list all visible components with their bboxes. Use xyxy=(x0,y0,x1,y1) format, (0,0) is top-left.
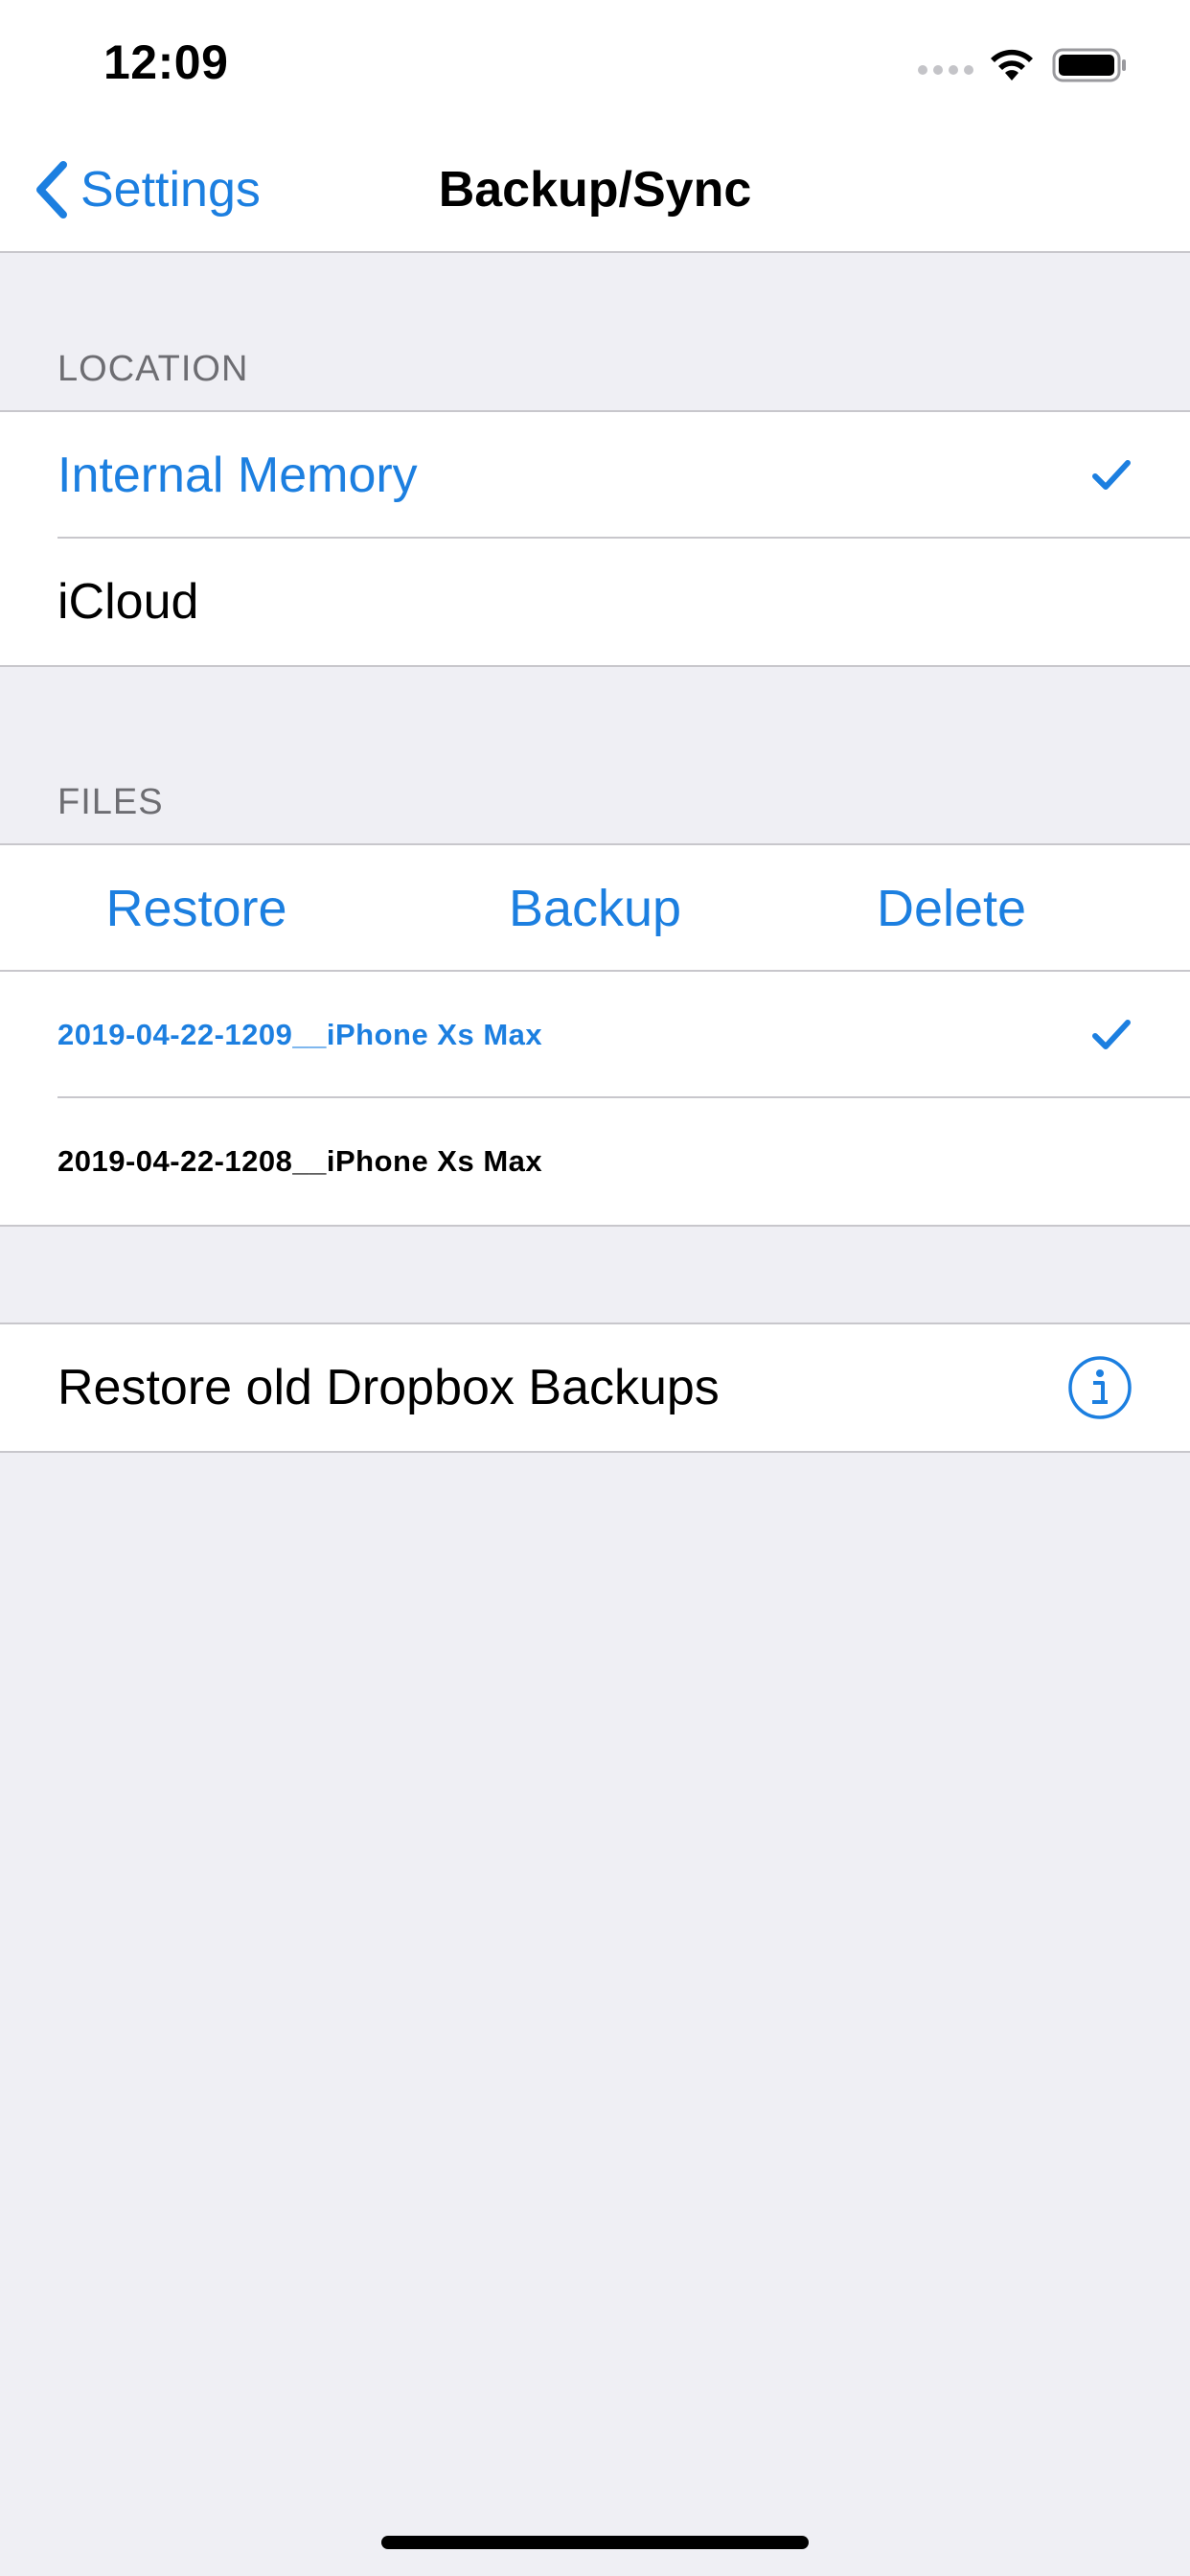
dropbox-group: Restore old Dropbox Backups xyxy=(0,1322,1190,1453)
restore-button[interactable]: Restore xyxy=(57,845,335,972)
back-button-label: Settings xyxy=(80,162,261,218)
location-section-header: LOCATION xyxy=(57,349,249,389)
location-item-label: iCloud xyxy=(57,574,199,630)
chevron-left-icon xyxy=(36,161,67,218)
checkmark-icon xyxy=(1092,1020,1131,1049)
file-item[interactable]: 2019-04-22-1208__iPhone Xs Max xyxy=(0,1098,1190,1225)
navigation-bar: Backup/Sync Settings xyxy=(0,126,1190,253)
backup-button[interactable]: Backup xyxy=(456,845,734,972)
home-indicator xyxy=(381,2536,809,2549)
restore-dropbox-label: Restore old Dropbox Backups xyxy=(57,1360,720,1415)
file-item-selected[interactable]: 2019-04-22-1209__iPhone Xs Max xyxy=(0,972,1190,1098)
info-icon[interactable] xyxy=(1067,1355,1133,1420)
files-action-row: Restore Backup Delete xyxy=(0,845,1190,972)
back-button[interactable]: Settings xyxy=(31,155,261,224)
files-group: Restore Backup Delete 2019-04-22-1209__i… xyxy=(0,843,1190,1227)
location-item-label: Internal Memory xyxy=(57,448,418,503)
location-item-internal-memory[interactable]: Internal Memory xyxy=(0,412,1190,539)
cellular-signal-icon xyxy=(918,65,975,79)
file-item-label: 2019-04-22-1209__iPhone Xs Max xyxy=(57,1018,543,1051)
status-bar: 12:09 xyxy=(0,0,1190,126)
checkmark-icon xyxy=(1092,460,1131,490)
file-item-label: 2019-04-22-1208__iPhone Xs Max xyxy=(57,1144,543,1178)
delete-button[interactable]: Delete xyxy=(812,845,1090,972)
restore-dropbox-row[interactable]: Restore old Dropbox Backups xyxy=(0,1324,1190,1451)
wifi-icon xyxy=(991,49,1033,80)
status-time: 12:09 xyxy=(103,35,229,89)
location-group: Internal Memory iCloud xyxy=(0,410,1190,667)
battery-icon xyxy=(1052,48,1126,82)
files-section-header: FILES xyxy=(57,782,164,822)
location-item-icloud[interactable]: iCloud xyxy=(0,539,1190,665)
